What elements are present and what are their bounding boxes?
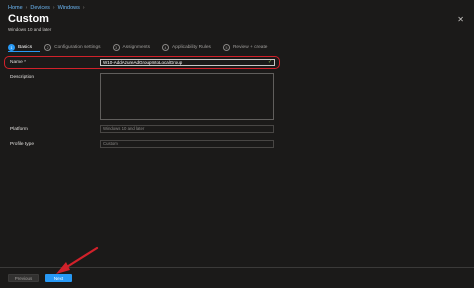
annotation-arrow-icon [56,246,99,274]
page: Home › Devices › Windows › Custom Window… [0,0,474,288]
